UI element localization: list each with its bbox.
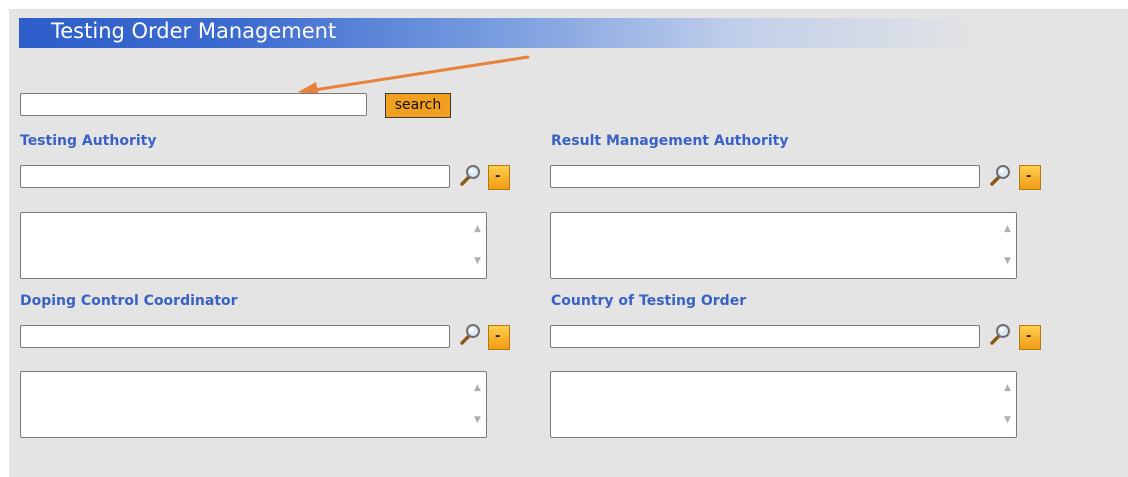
minus-icon: -	[495, 329, 501, 344]
doping-control-coordinator-list[interactable]: ▲ ▼	[20, 371, 487, 438]
testing-authority-remove-button[interactable]: -	[488, 165, 510, 190]
scrollbar[interactable]: ▲ ▼	[999, 372, 1016, 437]
scroll-down-icon[interactable]: ▼	[1003, 416, 1012, 425]
result-management-authority-input[interactable]	[550, 165, 980, 188]
minus-icon: -	[1026, 329, 1032, 344]
country-of-testing-order-remove-button[interactable]: -	[1019, 325, 1041, 350]
scroll-down-icon[interactable]: ▼	[473, 257, 482, 266]
search-button[interactable]: search	[385, 93, 451, 118]
magnifier-icon[interactable]	[988, 322, 1012, 346]
doping-control-coordinator-remove-button[interactable]: -	[488, 325, 510, 350]
result-management-authority-remove-button[interactable]: -	[1019, 165, 1041, 190]
country-of-testing-order-input[interactable]	[550, 325, 980, 348]
testing-authority-label: Testing Authority	[20, 133, 157, 149]
scroll-down-icon[interactable]: ▼	[1003, 257, 1012, 266]
testing-authority-input[interactable]	[20, 165, 450, 188]
country-of-testing-order-label: Country of Testing Order	[551, 293, 747, 309]
minus-icon: -	[1026, 169, 1032, 184]
magnifier-icon[interactable]	[458, 163, 482, 187]
scrollbar[interactable]: ▲ ▼	[469, 372, 486, 437]
scroll-up-icon[interactable]: ▲	[473, 384, 482, 393]
magnifier-icon[interactable]	[988, 163, 1012, 187]
scrollbar[interactable]: ▲ ▼	[999, 213, 1016, 278]
testing-authority-list[interactable]: ▲ ▼	[20, 212, 487, 279]
doping-control-coordinator-label: Doping Control Coordinator	[20, 293, 238, 309]
result-management-authority-label: Result Management Authority	[551, 133, 789, 149]
scroll-up-icon[interactable]: ▲	[1003, 384, 1012, 393]
scroll-up-icon[interactable]: ▲	[473, 225, 482, 234]
search-input[interactable]	[20, 93, 367, 116]
doping-control-coordinator-input[interactable]	[20, 325, 450, 348]
scroll-down-icon[interactable]: ▼	[473, 416, 482, 425]
title-bar: Testing Order Management	[19, 18, 1029, 48]
result-management-authority-list[interactable]: ▲ ▼	[550, 212, 1017, 279]
scroll-up-icon[interactable]: ▲	[1003, 225, 1012, 234]
scrollbar[interactable]: ▲ ▼	[469, 213, 486, 278]
minus-icon: -	[495, 169, 501, 184]
country-of-testing-order-list[interactable]: ▲ ▼	[550, 371, 1017, 438]
magnifier-icon[interactable]	[458, 322, 482, 346]
page-title: Testing Order Management	[51, 19, 337, 43]
